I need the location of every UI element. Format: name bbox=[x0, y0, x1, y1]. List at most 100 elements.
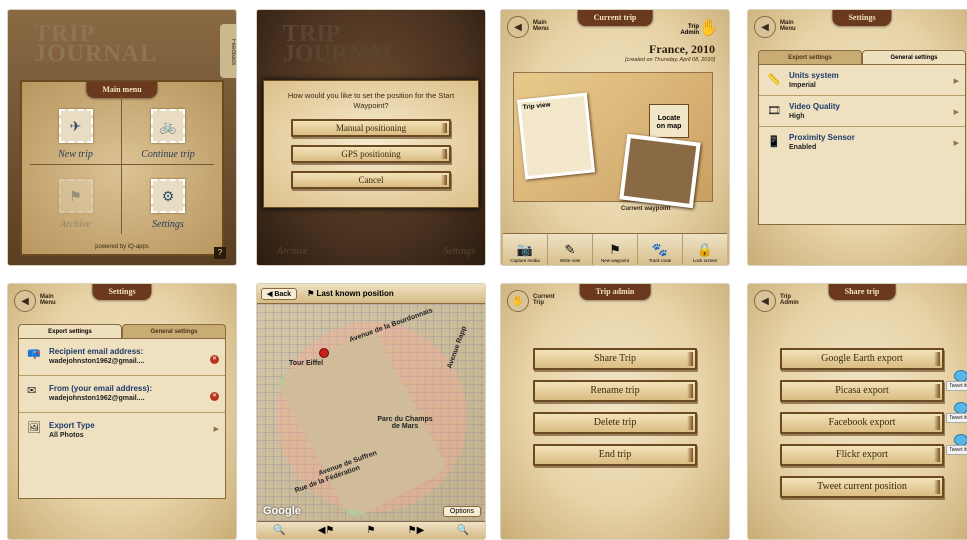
camera-icon: 📷 bbox=[516, 242, 534, 257]
write-note-button[interactable]: ✎ Write note bbox=[548, 234, 593, 265]
tab-export-settings[interactable]: Export settings bbox=[758, 50, 862, 64]
tweet-it-badge[interactable]: Tweet it! bbox=[946, 370, 967, 392]
rename-trip-button[interactable]: Rename trip bbox=[533, 380, 697, 402]
capture-media-button[interactable]: 📷 Capture media bbox=[503, 234, 548, 265]
clear-icon[interactable]: ✕ bbox=[210, 355, 219, 364]
video-quality-row[interactable]: 🎞 Video Quality High ▶ bbox=[759, 96, 965, 127]
lock-screen-button[interactable]: 🔒 Lock screen bbox=[683, 234, 727, 265]
map-pin-icon[interactable] bbox=[319, 348, 329, 358]
setting-title: Proximity Sensor bbox=[789, 133, 855, 142]
export-settings-screen: Settings ◀ Main Menu Export settings Gene… bbox=[8, 284, 236, 539]
continue-trip-button[interactable]: 🚲 Continue trip bbox=[122, 96, 214, 165]
trip-admin-link[interactable]: Trip Admin bbox=[680, 24, 699, 36]
delete-trip-button[interactable]: Delete trip bbox=[533, 412, 697, 434]
google-earth-export-button[interactable]: Google Earth export bbox=[780, 348, 944, 370]
chevron-right-icon: ▶ bbox=[953, 109, 959, 116]
proximity-sensor-row[interactable]: 📱 Proximity Sensor Enabled ▶ bbox=[759, 127, 965, 157]
tweet-it-label: Tweet it! bbox=[946, 381, 967, 391]
back-arrow-icon[interactable]: ◀ bbox=[14, 290, 36, 312]
back-arrow-icon[interactable]: ◀ bbox=[507, 16, 529, 38]
tweet-it-badge[interactable]: Tweet it! bbox=[946, 434, 967, 456]
map-label: Tour Eiffel bbox=[289, 360, 324, 367]
zoom-out-icon[interactable]: 🔍 bbox=[456, 525, 468, 536]
settings-button[interactable]: ⚙ Settings bbox=[122, 165, 214, 234]
map-bottombar: 🔍 ◀⚑ ⚑ ⚑▶ 🔍 bbox=[257, 521, 485, 539]
waypoint-icon[interactable]: ⚑ bbox=[367, 525, 376, 536]
trip-admin-link[interactable]: Trip Admin bbox=[780, 294, 799, 306]
recipient-email-value: wadejohnston1962@gmail.... bbox=[49, 358, 145, 365]
new-trip-button[interactable]: ✈ New trip bbox=[30, 96, 122, 165]
locate-on-map-button[interactable]: Locate on map bbox=[649, 104, 689, 138]
picasa-export-button[interactable]: Picasa export bbox=[780, 380, 944, 402]
trip-journal-logo: TRIP JOURNAL bbox=[34, 21, 158, 67]
new-trip-label: New trip bbox=[58, 149, 93, 160]
setting-title: From (your email address): bbox=[49, 384, 153, 393]
tab-general-settings[interactable]: General settings bbox=[862, 50, 966, 64]
settings-title: Settings bbox=[832, 10, 892, 26]
dimmed-menu: Archive Settings bbox=[277, 246, 475, 257]
back-arrow-icon[interactable]: ◀ bbox=[754, 16, 776, 38]
main-menu-link[interactable]: Main Menu bbox=[533, 20, 549, 32]
street-map[interactable]: Tour Eiffel Parc du Champs de Mars Avenu… bbox=[257, 304, 485, 521]
current-waypoint-label: Current waypoint bbox=[621, 206, 671, 212]
feedback-tab[interactable]: Feedback bbox=[220, 24, 236, 78]
zoom-in-icon[interactable]: 🔍 bbox=[273, 525, 285, 536]
map-topbar: ◀ Back ⚑ Last known position bbox=[257, 284, 485, 304]
archive-button[interactable]: ⚑ Archive bbox=[30, 165, 122, 234]
from-email-row[interactable]: ✉ From (your email address): wadejohnsto… bbox=[19, 376, 225, 413]
trip-created-date: [created on Thursday, April 08, 2010] bbox=[625, 57, 715, 63]
facebook-export-button[interactable]: Facebook export bbox=[780, 412, 944, 434]
track-route-button[interactable]: 🐾 Track route bbox=[638, 234, 683, 265]
settings-tabs: Export settings General settings bbox=[758, 50, 966, 64]
trip-view-card[interactable]: Trip view bbox=[517, 92, 595, 180]
units-system-row[interactable]: 📏 Units system Imperial ▶ bbox=[759, 65, 965, 96]
hand-icon[interactable]: ✋ bbox=[507, 290, 529, 312]
map-title: ⚑ Last known position bbox=[307, 289, 394, 298]
cancel-button[interactable]: Cancel bbox=[291, 171, 451, 189]
hand-icon[interactable]: ✋ bbox=[699, 18, 719, 38]
previous-waypoint-icon[interactable]: ◀⚑ bbox=[318, 525, 335, 536]
google-logo: Google bbox=[263, 505, 301, 517]
main-menu-link[interactable]: Main Menu bbox=[40, 294, 56, 306]
start-waypoint-dialog-screen: TRIP JOURNAL How would you like to set t… bbox=[257, 10, 485, 265]
export-type-row[interactable]: 🖼 Export Type All Photos ▶ bbox=[19, 413, 225, 445]
tweet-current-position-button[interactable]: Tweet current position bbox=[780, 476, 944, 498]
setting-value: Imperial bbox=[789, 82, 816, 89]
setting-title: Video Quality bbox=[789, 102, 840, 111]
settings-title: Settings bbox=[92, 284, 152, 300]
clear-icon[interactable]: ✕ bbox=[210, 392, 219, 401]
options-button[interactable]: Options bbox=[442, 506, 481, 517]
ruler-icon: 📏 bbox=[767, 74, 781, 86]
gps-positioning-button[interactable]: GPS positioning bbox=[291, 145, 451, 163]
chevron-right-icon: ▶ bbox=[953, 78, 959, 85]
general-settings-list: 📏 Units system Imperial ▶ 🎞 Video Qualit… bbox=[758, 64, 966, 225]
share-trip-button[interactable]: Share Trip bbox=[533, 348, 697, 370]
chevron-right-icon: ▶ bbox=[213, 426, 219, 433]
back-button[interactable]: ◀ Back bbox=[261, 287, 298, 300]
proximity-icon: 📱 bbox=[767, 136, 781, 148]
tweet-it-label: Tweet it! bbox=[946, 445, 967, 455]
current-waypoint-photo[interactable] bbox=[619, 133, 701, 209]
settings-stamp-icon: ⚙ bbox=[151, 179, 185, 213]
main-menu-link[interactable]: Main Menu bbox=[780, 20, 796, 32]
share-trip-screen: Share trip ◀ Trip Admin Google Earth expo… bbox=[748, 284, 967, 539]
back-arrow-icon[interactable]: ◀ bbox=[754, 290, 776, 312]
trip-toolbar: 📷 Capture media ✎ Write note ⚑ New waypoint… bbox=[503, 233, 727, 265]
tab-general-settings[interactable]: General settings bbox=[122, 324, 226, 338]
last-known-position-screen: ◀ Back ⚑ Last known position Tour Eiffel… bbox=[257, 284, 485, 539]
film-icon: 🎞 bbox=[767, 105, 781, 117]
next-waypoint-icon[interactable]: ⚑▶ bbox=[408, 525, 425, 536]
manual-positioning-button[interactable]: Manual positioning bbox=[291, 119, 451, 137]
end-trip-button[interactable]: End trip bbox=[533, 444, 697, 466]
trip-admin-title: Trip admin bbox=[579, 284, 651, 300]
tweet-it-badge[interactable]: Tweet it! bbox=[946, 402, 967, 424]
archive-label-dim: Archive bbox=[277, 246, 308, 257]
main-menu-panel: Main menu ✈ New trip 🚲 Continue trip ⚑ A… bbox=[20, 80, 224, 256]
new-waypoint-button[interactable]: ⚑ New waypoint bbox=[593, 234, 638, 265]
current-trip-link[interactable]: Current Trip bbox=[533, 294, 555, 306]
flickr-export-button[interactable]: Flickr export bbox=[780, 444, 944, 466]
share-trip-title: Share trip bbox=[828, 284, 896, 300]
help-icon[interactable]: ? bbox=[214, 247, 226, 259]
tab-export-settings[interactable]: Export settings bbox=[18, 324, 122, 338]
recipient-email-row[interactable]: 📪 Recipient email address: wadejohnston1… bbox=[19, 339, 225, 376]
